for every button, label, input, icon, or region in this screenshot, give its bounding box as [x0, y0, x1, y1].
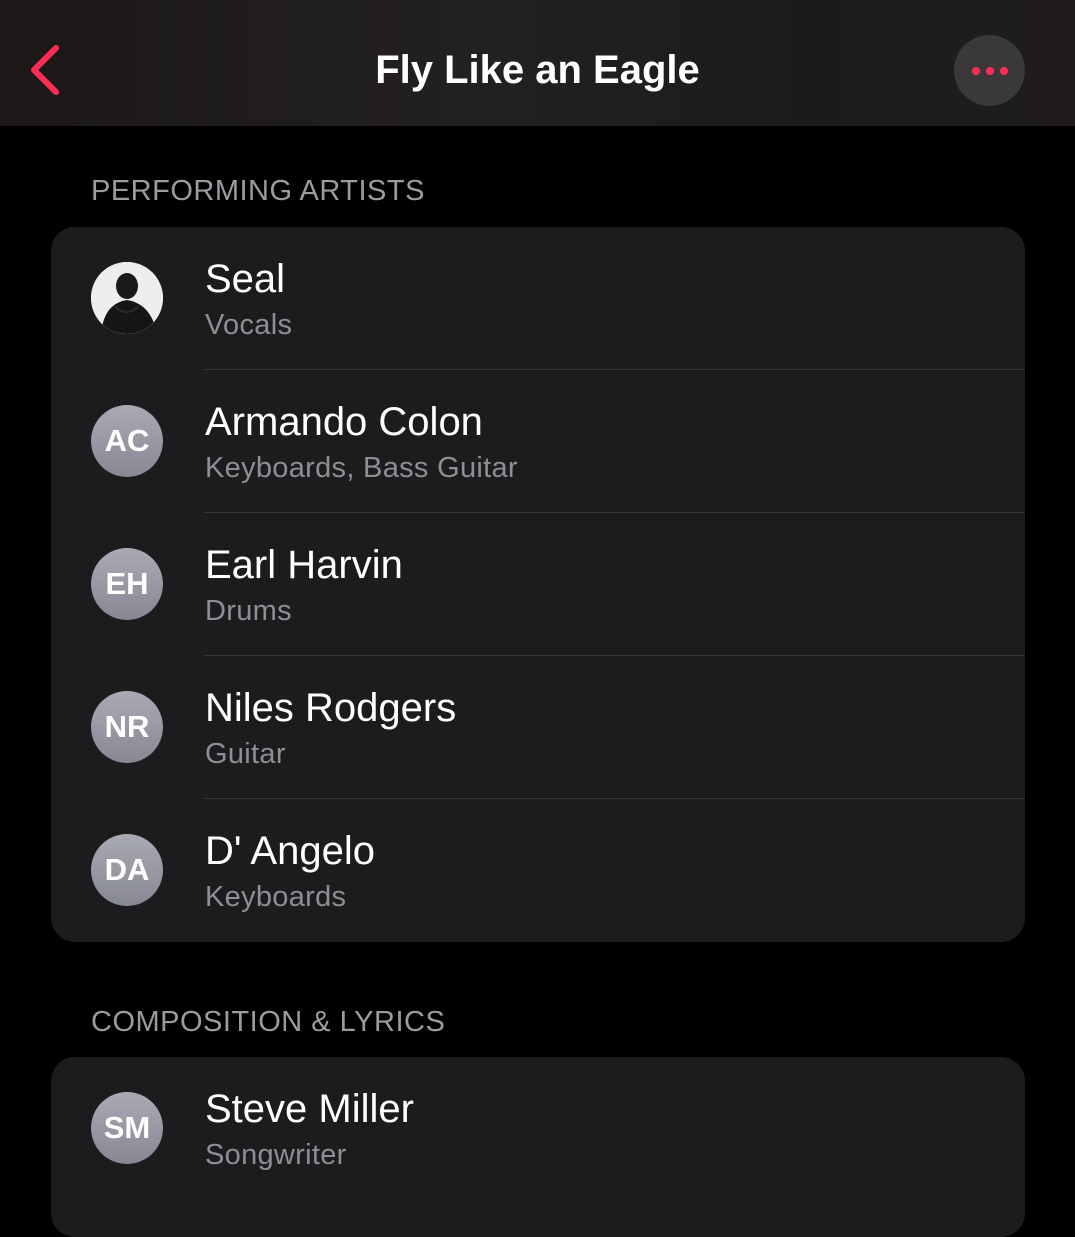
artist-role: Guitar: [205, 738, 286, 770]
artist-name: Armando Colon: [205, 400, 483, 444]
back-button[interactable]: [22, 38, 78, 102]
artist-role: Keyboards: [205, 881, 347, 913]
list-item[interactable]: NR Niles Rodgers Guitar: [51, 656, 1025, 799]
artist-name: Earl Harvin: [205, 543, 403, 587]
navigation-bar: Fly Like an Eagle: [0, 0, 1075, 126]
composition-lyrics-list: SM Steve Miller Songwriter: [51, 1057, 1025, 1237]
avatar: EH: [91, 548, 163, 620]
artist-name: Niles Rodgers: [205, 686, 457, 730]
artist-name: Steve Miller: [205, 1087, 414, 1131]
artist-role: Songwriter: [205, 1139, 347, 1171]
artist-name: Seal: [205, 257, 286, 301]
artist-photo-icon: [91, 262, 163, 334]
artist-role: Drums: [205, 595, 292, 627]
artist-role: Keyboards, Bass Guitar: [205, 452, 518, 484]
list-item[interactable]: AC Armando Colon Keyboards, Bass Guitar: [51, 370, 1025, 513]
list-item[interactable]: EH Earl Harvin Drums: [51, 513, 1025, 656]
avatar: DA: [91, 834, 163, 906]
avatar: AC: [91, 405, 163, 477]
section-header-performing-artists: PERFORMING ARTISTS: [91, 175, 425, 207]
list-item[interactable]: Seal Vocals: [51, 227, 1025, 370]
chevron-left-icon: [31, 45, 59, 95]
list-item[interactable]: SM Steve Miller Songwriter: [51, 1057, 1025, 1200]
page-title: Fly Like an Eagle: [375, 48, 700, 92]
artist-role: Vocals: [205, 309, 293, 341]
more-options-button[interactable]: [954, 35, 1025, 106]
list-item[interactable]: DA D' Angelo Keyboards: [51, 799, 1025, 942]
artist-name: D' Angelo: [205, 829, 375, 873]
avatar: [91, 262, 163, 334]
performing-artists-list: Seal Vocals AC Armando Colon Keyboards, …: [51, 227, 1025, 942]
avatar: SM: [91, 1092, 163, 1164]
section-header-composition-lyrics: COMPOSITION & LYRICS: [91, 1006, 446, 1038]
avatar: NR: [91, 691, 163, 763]
